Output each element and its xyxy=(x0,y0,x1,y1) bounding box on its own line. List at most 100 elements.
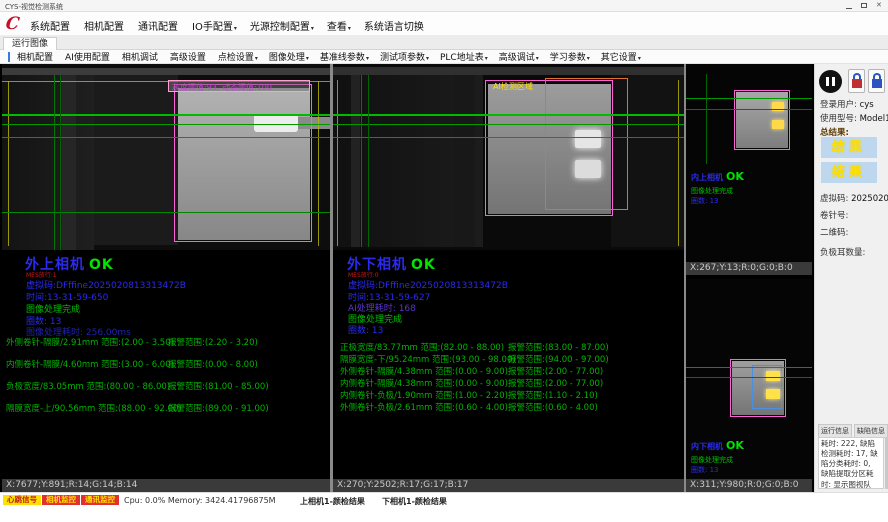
measurement-row: 外侧卷针-隔膜/2.91mm 范围:(2.00 - 3.50) 报警范围:(2.… xyxy=(6,336,328,358)
application-window: CYS-视觉检测系统 ✕ C 系统配置 相机配置 通讯配置 IO手配置▾ 光源控… xyxy=(0,0,888,522)
model-value: Model1 xyxy=(860,114,888,124)
alarm-range-value: 报警范围:(83.00 - 87.00) xyxy=(508,341,609,353)
camera-image-inner-bottom[interactable]: 内下相机OK 图像处理完成 圈数: 13 xyxy=(686,279,812,479)
login-user-label: 登录用户: xyxy=(820,100,857,110)
toolbar-item[interactable]: 基准线参数▾ xyxy=(320,50,369,63)
camera-view-inner-top[interactable]: 内上相机OK 图像处理完成 圈数: 13 X:267;Y:13;R:0;G:0;… xyxy=(686,64,812,275)
toolbar-item[interactable]: 相机配置 xyxy=(17,50,54,63)
machine-rail xyxy=(2,68,330,75)
toolbar-item-label: AI使用配置 xyxy=(65,53,110,63)
toolbar-item[interactable]: 图像处理▾ xyxy=(269,50,309,63)
toolbar-item[interactable]: 高级调试▾ xyxy=(499,50,539,63)
alarm-range-value: 报警范围:(2.00 - 77.00) xyxy=(508,377,603,389)
lower-camera-result-link[interactable]: 下相机1-颜检结果 xyxy=(382,496,447,507)
guide-line-yellow-left xyxy=(8,81,9,246)
camera-image-outer-top[interactable]: 灰度阈值:93, 动态阈值:100 xyxy=(2,64,330,254)
window-title: CYS-视觉检测系统 xyxy=(5,2,63,12)
roi-rectangle-magenta xyxy=(174,84,312,242)
menu-items: 系统配置 相机配置 通讯配置 IO手配置▾ 光源控制配置▾ 查看▾ 系统语言切换 xyxy=(30,18,425,33)
measurement-value: 负极宽度/83.05mm 范围:(80.00 - 86.00) xyxy=(6,380,170,392)
measurement-row: 内侧卷针-隔膜/4.60mm 范围:(3.00 - 6.00) 报警范围:(0.… xyxy=(6,358,328,380)
camera-view-outer-top[interactable]: 灰度阈值:93, 动态阈值:100 外上相机OK MES放行:1 虚拟码:DFf… xyxy=(2,64,330,492)
heartbeat-badge: 心跳信号 xyxy=(3,495,41,505)
camera-view-inner-bottom[interactable]: 内下相机OK 图像处理完成 圈数: 13 X:311;Y:980;R:0;G:0… xyxy=(686,279,812,492)
measurement-row: 正极宽度/83.77mm 范围:(82.00 - 88.00) 报警范围:(83… xyxy=(340,341,680,353)
minimize-button[interactable] xyxy=(842,1,856,11)
camera-image-outer-bottom[interactable]: AI检测区域 xyxy=(333,64,684,254)
model-row[interactable]: 使用型号: Model1 xyxy=(820,112,888,124)
ai-roi-label: AI检测区域 xyxy=(493,81,533,92)
chevron-down-icon: ▾ xyxy=(485,55,488,62)
pin-number-label: 卷针号: xyxy=(820,209,848,221)
toolbar-item[interactable]: 高级设置 xyxy=(170,50,207,63)
menu-item[interactable]: 通讯配置 xyxy=(138,18,179,33)
camera-name-label: 内下相机 xyxy=(691,442,723,451)
chevron-down-icon: ▾ xyxy=(234,25,237,32)
camera-image-inner-top[interactable]: 内上相机OK 图像处理完成 圈数: 13 xyxy=(686,64,812,262)
menubar: C 系统配置 相机配置 通讯配置 IO手配置▾ 光源控制配置▾ 查看▾ 系统语言… xyxy=(0,12,888,36)
toolbar-item[interactable]: 点检设置▾ xyxy=(218,50,258,63)
maximize-button[interactable] xyxy=(857,1,871,11)
guide-line-yellow-right xyxy=(678,80,679,246)
menu-item[interactable]: 相机配置 xyxy=(84,18,125,33)
measurement-list: 正极宽度/83.77mm 范围:(82.00 - 88.00) 报警范围:(83… xyxy=(340,341,680,413)
machine-block xyxy=(94,75,178,245)
info-tab[interactable]: 缺陷信息 xyxy=(854,424,888,438)
pause-icon xyxy=(826,77,829,86)
info-tabs: 运行信息 缺陷信息 相机信息 xyxy=(818,424,888,438)
toolbar-item[interactable]: 相机调试 xyxy=(122,50,159,63)
pause-button[interactable] xyxy=(819,70,842,93)
pixel-status-bar: X:267;Y:13;R:0;G:0;B:0 xyxy=(686,262,812,275)
guide-line-yellow-left xyxy=(337,80,338,246)
measure-line-vert-1 xyxy=(361,75,362,247)
toolbar-item[interactable]: AI使用配置 xyxy=(65,50,111,63)
chevron-down-icon: ▾ xyxy=(536,55,539,62)
chevron-down-icon: ▾ xyxy=(348,25,351,32)
measurement-value: 外侧卷针-隔膜/4.38mm 范围:(0.00 - 9.00) xyxy=(340,365,508,377)
menu-item[interactable]: 查看▾ xyxy=(327,18,351,33)
toolbar-item-label: 图像处理 xyxy=(269,53,305,63)
lock-button-1[interactable] xyxy=(848,69,865,93)
tab-count-label: 负极耳数量: xyxy=(820,246,865,258)
comm-monitor-badge: 通讯监控 xyxy=(81,495,119,505)
toolbar-item-label: 学习参数 xyxy=(550,53,586,63)
menu-item[interactable]: 系统语言切换 xyxy=(364,18,425,33)
lock-button-2[interactable] xyxy=(868,69,885,93)
result-ok-label: OK xyxy=(726,439,744,452)
toolbar-item[interactable]: 其它设置▾ xyxy=(601,50,641,63)
toolbar-item[interactable]: 测试项参数▾ xyxy=(380,50,429,63)
measurement-row: 外侧卷针-隔膜/4.38mm 范围:(0.00 - 9.00) 报警范围:(2.… xyxy=(340,365,680,377)
menu-item[interactable]: 系统配置 xyxy=(30,18,71,33)
toolbar-items: 相机配置 AI使用配置 相机调试 高级设置 点检设置▾ 图像处理▾ 基准线参数▾… xyxy=(17,50,641,63)
alarm-range-value: 报警范围:(89.00 - 91.00) xyxy=(168,402,269,414)
measure-line-green-1 xyxy=(2,114,330,116)
camera-view-outer-bottom[interactable]: AI检测区域 外下相机OK MES放行:0 虚拟码:DFffine2025020… xyxy=(333,64,684,492)
chevron-down-icon: ▾ xyxy=(255,55,258,62)
toolbar-item[interactable]: 学习参数▾ xyxy=(550,50,590,63)
toolbar-item[interactable]: PLC地址表▾ xyxy=(440,50,488,63)
measurement-list: 外侧卷针-隔膜/2.91mm 范围:(2.00 - 3.50) 报警范围:(2.… xyxy=(6,336,328,424)
turns-label: 圈数: 13 xyxy=(691,465,719,475)
toolbar-item-label: 点检设置 xyxy=(218,53,254,63)
menu-item[interactable]: 光源控制配置▾ xyxy=(250,18,314,33)
tab-run-image[interactable]: 运行图像 xyxy=(3,37,57,50)
pixel-status-bar: X:7677;Y:891;R:14;G:14;B:14 xyxy=(2,479,330,492)
result-ok-label: OK xyxy=(89,257,114,273)
brand-logo-icon: C xyxy=(5,14,26,32)
toolbar-item-label: 高级设置 xyxy=(170,53,206,63)
upper-camera-result-link[interactable]: 上相机1-颜检结果 xyxy=(300,496,365,507)
menu-item-label: 光源控制配置 xyxy=(250,22,310,33)
measure-line-green-3 xyxy=(333,137,684,138)
virtual-code-value: 20250208 xyxy=(851,194,888,204)
run-info-text: 耗时: 222, 缺陷检测耗时: 17, 缺陷分类耗时: 0, 缺陷提取分区耗时… xyxy=(818,437,884,489)
chevron-down-icon: ▾ xyxy=(366,55,369,62)
menu-item-label: IO手配置 xyxy=(192,22,233,33)
virtual-code-row: 虚拟码: 20250208 xyxy=(820,192,888,204)
menu-item[interactable]: IO手配置▾ xyxy=(192,18,237,33)
close-button[interactable]: ✕ xyxy=(872,1,886,11)
measurement-value: 外侧卷针-隔膜/2.91mm 范围:(2.00 - 3.50) xyxy=(6,336,174,348)
chevron-down-icon: ▾ xyxy=(587,55,590,62)
info-tab[interactable]: 运行信息 xyxy=(818,424,852,438)
result-ok-label: OK xyxy=(726,170,744,183)
machine-column-2 xyxy=(453,75,475,247)
